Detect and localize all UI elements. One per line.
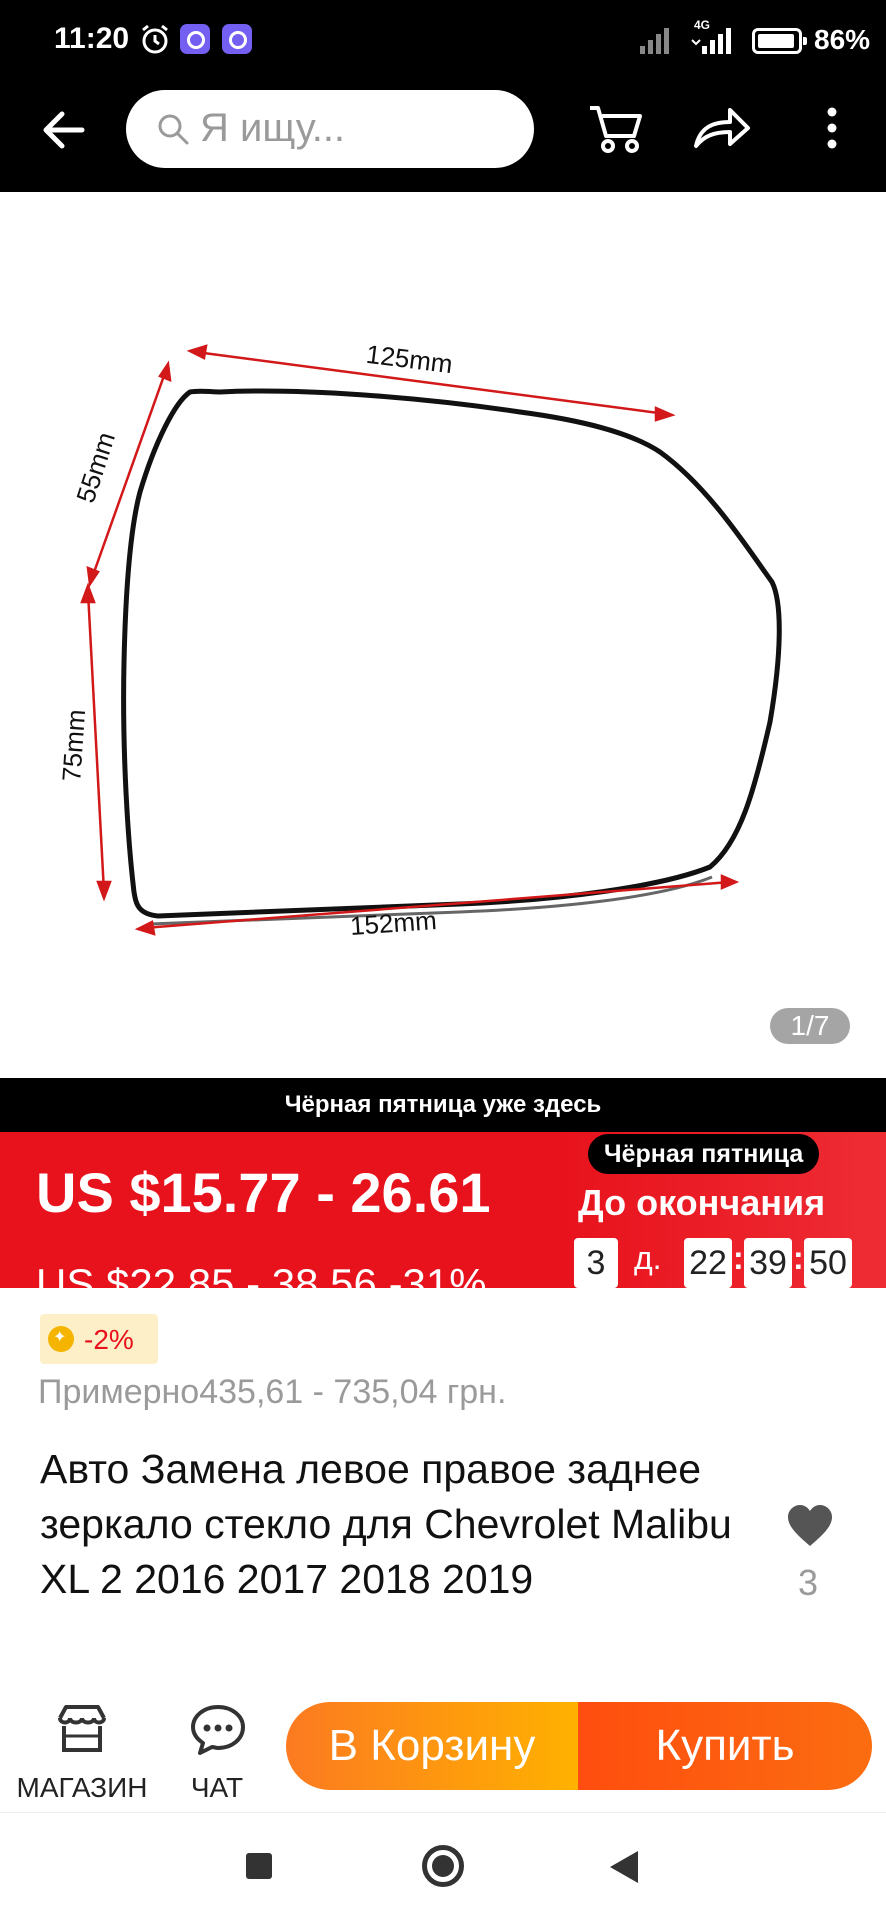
search-placeholder: Я ищу...: [200, 106, 346, 150]
store-button[interactable]: МАГАЗИН: [14, 1700, 150, 1803]
buy-now-button[interactable]: Купить: [578, 1702, 872, 1790]
promo-strip[interactable]: Чёрная пятница уже здесь: [0, 1078, 886, 1132]
dimension-left-lower-label: 75mm: [56, 708, 92, 783]
add-to-cart-button[interactable]: В Корзину: [286, 1702, 578, 1790]
price-banner: US $15.77 - 26.61 US $22.85 - 38.56 -31%…: [0, 1132, 886, 1288]
cart-icon[interactable]: [586, 98, 646, 158]
system-navigation-bar: [0, 1812, 886, 1920]
coin-discount-value: -2%: [84, 1324, 134, 1355]
chat-label: ЧАТ: [190, 1772, 244, 1803]
product-image[interactable]: 125mm 55mm 75mm 152mm: [0, 192, 886, 1078]
signal-strong-icon: [691, 28, 731, 54]
countdown-hours: 22: [684, 1238, 732, 1288]
store-icon: [58, 1705, 106, 1752]
alarm-icon: [142, 24, 168, 54]
battery-icon: [752, 28, 807, 54]
chat-icon: [191, 1705, 245, 1755]
share-icon[interactable]: [690, 98, 754, 158]
countdown-separator: :: [733, 1240, 744, 1276]
countdown-separator: :: [793, 1240, 804, 1276]
search-icon: [158, 114, 189, 145]
home-icon[interactable]: [422, 1845, 464, 1887]
viber-icon: [180, 24, 210, 54]
image-counter: 1/7: [770, 1008, 850, 1044]
price-range: US $15.77 - 26.61: [36, 1161, 491, 1224]
status-bar: 11:20 4G 86%: [0, 0, 886, 80]
mirror-drawing: [80, 344, 782, 936]
event-badge: Чёрная пятница: [588, 1134, 820, 1174]
battery-percent: 86%: [814, 24, 871, 55]
bottom-action-bar: МАГАЗИН ЧАТ В Корзину Купить: [0, 1680, 886, 1812]
dimension-bottom-label: 152mm: [349, 905, 438, 941]
search-input[interactable]: Я ищу...: [126, 90, 534, 168]
top-nav: Я ищу...: [0, 80, 886, 192]
countdown-label: До окончания: [578, 1182, 826, 1223]
viber-icon: [222, 24, 252, 54]
back-arrow-icon[interactable]: [38, 104, 90, 156]
heart-icon[interactable]: [786, 1504, 834, 1548]
wishlist-count: 3: [798, 1562, 819, 1603]
chat-button[interactable]: ЧАТ: [180, 1700, 254, 1803]
countdown-days: 3: [574, 1238, 618, 1288]
status-time: 11:20: [54, 22, 130, 55]
store-label: МАГАЗИН: [16, 1772, 148, 1803]
more-options-icon[interactable]: [812, 98, 852, 158]
countdown-days-unit: д.: [634, 1240, 662, 1276]
product-title: Авто Замена левое правое заднее зеркало …: [40, 1446, 732, 1602]
recent-apps-icon[interactable]: [246, 1853, 272, 1879]
countdown-seconds: 50: [804, 1238, 852, 1288]
coin-icon: [48, 1326, 74, 1352]
old-price: US $22.85 - 38.56 -31%: [36, 1260, 487, 1288]
coin-discount-chip[interactable]: -2%: [40, 1314, 158, 1364]
countdown-minutes: 39: [744, 1238, 792, 1288]
system-back-icon[interactable]: [610, 1851, 638, 1883]
approx-local-price: Примерно435,61 - 735,04 грн.: [38, 1373, 507, 1411]
signal-weak-icon: [640, 28, 669, 54]
